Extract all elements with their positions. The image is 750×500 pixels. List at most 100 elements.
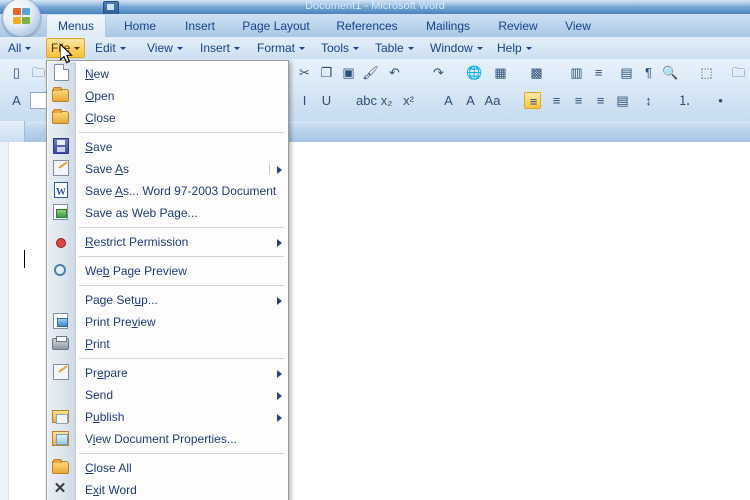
undo-icon[interactable]: ↶ [386, 64, 403, 81]
superscript-icon-glyph: x² [403, 93, 414, 108]
menu-item-page-setup[interactable]: Page Setup... [47, 289, 288, 311]
print-preview-icon [53, 313, 68, 329]
underline-icon[interactable]: U [318, 92, 335, 109]
menu-item-publish[interactable]: Publish [47, 406, 288, 428]
cut-icon[interactable]: ✂ [296, 64, 313, 81]
menu-item-label: Close [85, 111, 116, 125]
menu-item-prepare[interactable]: Prepare [47, 362, 288, 384]
menu-item-label: New [85, 67, 110, 81]
select-object-icon-glyph: ⬚ [700, 65, 713, 80]
align-justify-icon-glyph: ≡ [596, 93, 605, 108]
change-case-icon[interactable]: Aa [484, 92, 501, 109]
menu-tools[interactable]: Tools [317, 38, 363, 58]
columns-icon[interactable]: ▥ [568, 64, 585, 81]
superscript-icon[interactable]: x² [400, 92, 417, 109]
insert-hyperlink-icon[interactable]: 🌐 [466, 64, 483, 81]
menu-insert[interactable]: Insert [196, 38, 244, 58]
close-all-icon [52, 459, 69, 474]
format-painter-icon[interactable]: 🖌 [362, 64, 379, 81]
insert-table-icon[interactable]: ▦ [492, 64, 509, 81]
ribbon-tab-view[interactable]: View [554, 14, 602, 37]
menu-item-web-page-preview[interactable]: Web Page Preview [47, 260, 288, 282]
ribbon-tab-review[interactable]: Review [488, 14, 548, 37]
align-justify-icon[interactable]: ≡ [592, 92, 609, 109]
menu-item-label: View Document Properties... [85, 432, 237, 446]
ribbon-tab-insert[interactable]: Insert [174, 14, 226, 37]
menu-item-label: Open [85, 89, 115, 103]
select-object-icon[interactable]: ⬚ [698, 64, 715, 81]
zoom-icon[interactable]: 🔍 [662, 64, 679, 81]
menu-item-exit-word[interactable]: ✕ Exit Word [47, 479, 288, 500]
redo-icon[interactable]: ↷ [430, 64, 447, 81]
menu-item-close-all[interactable]: Close All [47, 457, 288, 479]
menu-edit[interactable]: Edit [91, 38, 130, 58]
bulleted-list-icon[interactable]: • [712, 92, 729, 109]
open-folder2-icon[interactable]: 🗀 [730, 64, 747, 81]
menu-window[interactable]: Window [426, 38, 487, 58]
menu-item-restrict-permission[interactable]: Restrict Permission [47, 231, 288, 253]
menu-item-open[interactable]: Open [47, 85, 288, 107]
menu-item-label: Print [85, 337, 110, 351]
menu-all[interactable]: All [4, 38, 35, 58]
publish-folder-icon [52, 410, 69, 424]
chevron-down-icon [234, 47, 241, 51]
line-spacing2-icon[interactable]: ↕ [640, 92, 657, 109]
word-document-icon[interactable] [103, 1, 119, 14]
ribbon-tab-home[interactable]: Home [112, 14, 168, 37]
ribbon-tab-page-layout[interactable]: Page Layout [232, 14, 320, 37]
font-color-a-icon-glyph: A [12, 93, 21, 108]
document-map-icon[interactable]: ▤ [618, 64, 635, 81]
menu-item-save-as[interactable]: Save As [47, 158, 288, 180]
menu-item-print-preview[interactable]: Print Preview [47, 311, 288, 333]
distributed-icon[interactable]: ▤ [614, 92, 631, 109]
numbered-list-icon[interactable]: ⒈ [676, 92, 693, 109]
submenu-arrow-icon [277, 392, 282, 400]
strikethrough-icon[interactable]: abc [356, 92, 377, 109]
paste-icon[interactable]: ▣ [340, 64, 357, 81]
italic-icon[interactable]: I [296, 92, 313, 109]
subscript-icon[interactable]: x₂ [378, 92, 395, 109]
line-spacing-icon[interactable]: ≡ [590, 64, 607, 81]
copy-icon[interactable]: ❐ [318, 64, 335, 81]
new-document-icon-glyph: ▯ [12, 65, 21, 80]
orb-square-blue [22, 8, 30, 15]
text-highlight-icon[interactable]: A [440, 92, 457, 109]
menu-item-view-document-properties[interactable]: View Document Properties... [47, 428, 288, 450]
document-left-gutter [0, 142, 9, 500]
align-left-icon[interactable]: ≡ [524, 92, 541, 109]
menu-separator [79, 453, 284, 454]
menu-format[interactable]: Format [253, 38, 309, 58]
chevron-down-icon [25, 47, 32, 51]
menu-item-close[interactable]: Close [47, 107, 288, 129]
save-as-icon [53, 160, 69, 176]
bulleted-list-icon-glyph: • [718, 93, 723, 108]
chevron-down-icon [525, 47, 532, 51]
ribbon-tab-menus[interactable]: Menus [46, 14, 106, 37]
file-dropdown-menu[interactable]: New Open Close Save Save As Save As... Word 9… [46, 60, 289, 500]
show-formatting-icon[interactable]: ¶ [640, 64, 657, 81]
open-folder-icon[interactable]: 🗀 [30, 64, 47, 81]
font-color-icon[interactable]: A [462, 92, 479, 109]
show-formatting-icon-glyph: ¶ [645, 65, 652, 80]
menu-item-new[interactable]: New [47, 63, 288, 85]
ribbon-tab-references[interactable]: References [326, 14, 408, 37]
menu-table[interactable]: Table [371, 38, 418, 58]
distributed-icon-glyph: ▤ [616, 93, 629, 108]
menu-item-save-as-word-97-2003-document[interactable]: Save As... Word 97-2003 Document [47, 180, 288, 204]
align-center-icon[interactable]: ≡ [548, 92, 565, 109]
menu-item-print[interactable]: Print [47, 333, 288, 355]
ribbon-tab-mailings[interactable]: Mailings [414, 14, 482, 37]
new-document-icon[interactable]: ▯ [8, 64, 25, 81]
menu-separator [79, 227, 284, 228]
menu-separator [79, 132, 284, 133]
underline-icon-glyph: U [321, 93, 332, 108]
insert-excel-table-icon[interactable]: ▩ [528, 64, 545, 81]
font-color-a-icon[interactable]: A [8, 92, 25, 109]
menu-item-save[interactable]: Save [47, 136, 288, 158]
menu-view[interactable]: View [143, 38, 187, 58]
menu-item-send[interactable]: Send [47, 384, 288, 406]
menu-item-save-as-web-page[interactable]: Save as Web Page... [47, 202, 288, 224]
align-right-icon[interactable]: ≡ [570, 92, 587, 109]
menu-help[interactable]: Help [493, 38, 536, 58]
open-folder-icon-glyph: 🗀 [31, 65, 45, 80]
